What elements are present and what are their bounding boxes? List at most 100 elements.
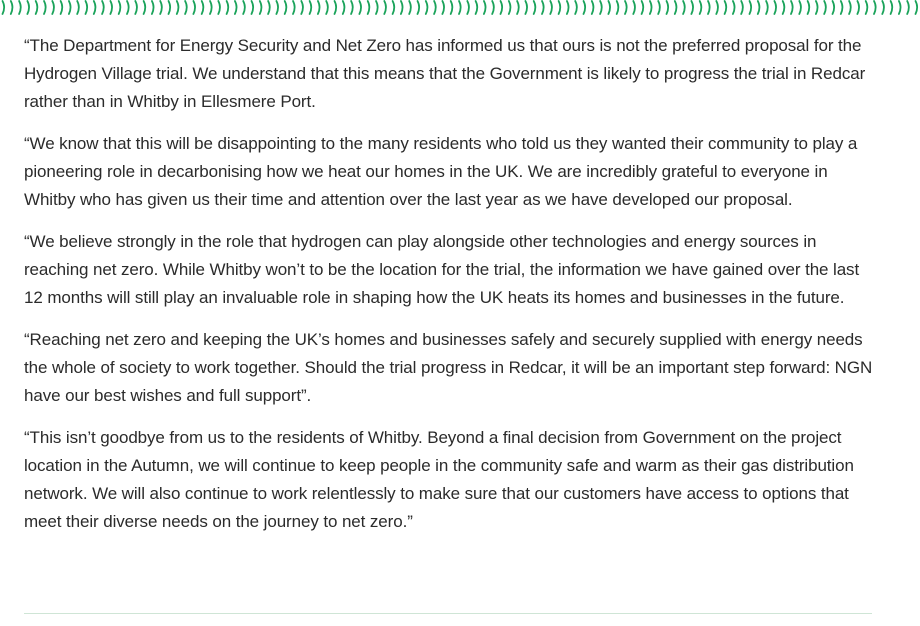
wave-stroke	[433, 0, 437, 15]
wave-stroke	[798, 0, 802, 15]
article-body: “The Department for Energy Security and …	[24, 32, 874, 550]
wave-stroke	[657, 0, 661, 15]
wave-stroke	[275, 0, 279, 15]
wave-stroke	[217, 0, 221, 15]
wave-stroke	[92, 0, 97, 15]
wave-stroke	[848, 0, 852, 15]
wave-stroke	[673, 0, 678, 15]
wave-stroke	[723, 0, 728, 15]
wave-stroke	[756, 0, 761, 15]
wave-stroke	[400, 0, 404, 15]
wave-stroke	[159, 0, 163, 15]
wave-stroke	[557, 0, 562, 15]
wave-stroke	[350, 0, 354, 15]
wave-stroke	[507, 0, 512, 15]
wave-stroke	[889, 0, 894, 15]
wave-stroke	[134, 0, 138, 15]
wave-stroke	[184, 0, 188, 15]
wave-stroke	[640, 0, 645, 15]
quote-paragraph-3: “We believe strongly in the role that hy…	[24, 232, 860, 307]
wave-stroke	[499, 0, 504, 15]
wave-stroke	[748, 0, 753, 15]
wave-stroke	[649, 0, 653, 15]
wave-stroke	[258, 0, 263, 15]
wave-stroke	[524, 0, 528, 15]
wave-stroke	[856, 0, 860, 15]
wave-stroke	[341, 0, 346, 15]
wave-stroke	[142, 0, 147, 15]
wave-stroke	[43, 0, 47, 15]
wave-stroke	[300, 0, 304, 15]
wave-stroke	[839, 0, 844, 15]
wave-stroke	[690, 0, 694, 15]
wave-stroke	[175, 0, 180, 15]
wave-stroke	[665, 0, 670, 15]
wave-stroke	[234, 0, 238, 15]
quote-paragraph-4: “Reaching net zero and keeping the UK’s …	[24, 330, 873, 405]
wave-stroke	[831, 0, 836, 15]
wave-stroke	[167, 0, 172, 15]
wave-stroke	[715, 0, 719, 15]
wave-stroke	[549, 0, 553, 15]
wave-stroke	[424, 0, 429, 15]
quote-paragraph-2: “We know that this will be disappointing…	[24, 134, 858, 209]
wave-stroke	[873, 0, 877, 15]
wave-stroke	[408, 0, 412, 15]
wave-stroke	[317, 0, 321, 15]
wave-stroke	[242, 0, 246, 15]
wave-stroke	[308, 0, 313, 15]
wave-stroke	[632, 0, 636, 15]
wave-stroke	[765, 0, 769, 15]
wave-stroke	[84, 0, 89, 15]
wave-stroke	[466, 0, 470, 15]
wave-stroke	[200, 0, 205, 15]
wave-stroke	[26, 0, 30, 15]
wave-stroke	[51, 0, 55, 15]
wave-stroke	[283, 0, 288, 15]
wave-stroke	[375, 0, 379, 15]
wave-stroke	[76, 0, 80, 15]
wave-stroke	[416, 0, 421, 15]
wave-stroke	[101, 0, 105, 15]
wave-stroke	[109, 0, 113, 15]
wave-stroke	[1, 0, 6, 15]
wave-stroke	[483, 0, 487, 15]
wave-stroke	[267, 0, 271, 15]
wave-stroke	[615, 0, 620, 15]
wave-stroke	[151, 0, 155, 15]
wave-stroke	[914, 0, 919, 15]
wave-stroke	[607, 0, 611, 15]
wave-stroke	[823, 0, 827, 15]
wave-stroke	[566, 0, 570, 15]
wave-stroke	[491, 0, 495, 15]
wave-stroke	[449, 0, 454, 15]
wave-stroke	[781, 0, 786, 15]
wave-stroke	[68, 0, 72, 15]
wavy-border-decoration	[1, 0, 919, 15]
wave-stroke	[250, 0, 255, 15]
wave-stroke	[117, 0, 122, 15]
wave-stroke	[806, 0, 811, 15]
wave-stroke	[516, 0, 520, 15]
wave-stroke	[790, 0, 794, 15]
wave-stroke	[18, 0, 22, 15]
wave-stroke	[458, 0, 462, 15]
wave-stroke	[590, 0, 595, 15]
wave-stroke	[599, 0, 603, 15]
quote-paragraph-5: “This isn’t goodbye from us to the resid…	[24, 428, 854, 531]
wave-stroke	[864, 0, 869, 15]
wave-stroke	[532, 0, 537, 15]
wave-stroke	[333, 0, 338, 15]
quote-paragraph-1: “The Department for Energy Security and …	[24, 36, 866, 111]
section-divider	[24, 613, 872, 614]
wave-stroke	[358, 0, 362, 15]
wave-stroke	[773, 0, 777, 15]
wave-stroke	[582, 0, 587, 15]
wave-stroke	[9, 0, 14, 15]
wave-stroke	[192, 0, 196, 15]
wave-stroke	[541, 0, 545, 15]
wave-stroke	[815, 0, 819, 15]
wave-stroke	[624, 0, 628, 15]
wave-stroke	[391, 0, 396, 15]
wave-stroke	[59, 0, 64, 15]
